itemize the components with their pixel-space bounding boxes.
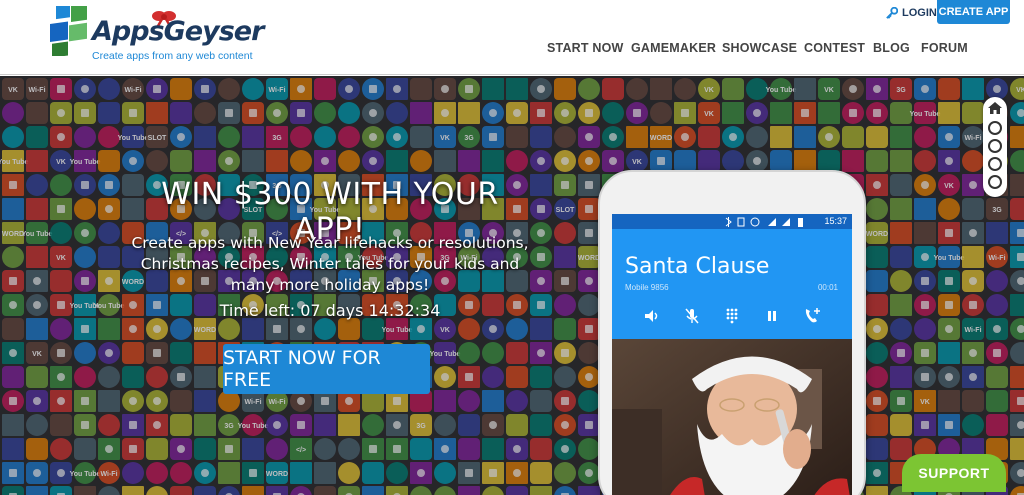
phone-status-bar: 15:37	[612, 214, 852, 229]
slider-dot-3[interactable]	[988, 157, 1002, 171]
logo-mark-icon	[50, 6, 87, 56]
status-icons	[725, 217, 803, 227]
mute-icon[interactable]	[682, 306, 702, 326]
call-duration: 00:01	[817, 283, 838, 292]
santa-photo	[612, 339, 852, 495]
hero-subtitle: Create apps with New Year lifehacks or r…	[131, 234, 529, 294]
logo-tagline: Create apps from any web content	[92, 50, 253, 62]
login-link[interactable]: LOGIN	[885, 4, 937, 22]
nav-gamemaker[interactable]: GAMEMAKER	[631, 41, 716, 55]
phone-clock: 15:37	[824, 216, 847, 226]
speaker-icon[interactable]	[642, 306, 662, 326]
call-controls	[612, 306, 852, 328]
caller-line: Mobile 9856	[625, 283, 669, 292]
slider-dot-2[interactable]	[988, 139, 1002, 153]
key-icon	[886, 6, 898, 19]
pause-icon[interactable]	[762, 306, 782, 326]
slider-dot-1[interactable]	[988, 121, 1002, 135]
dialpad-icon[interactable]	[722, 306, 742, 326]
home-icon[interactable]	[987, 101, 1003, 115]
add-call-icon[interactable]	[802, 306, 822, 326]
countdown-timer: Time left: 07 days 14:32:34	[219, 301, 441, 320]
logo-wordmark: AppsGeyser	[92, 16, 264, 47]
nav-start-now[interactable]: START NOW	[547, 41, 624, 55]
nav-blog[interactable]: BLOG	[873, 41, 910, 55]
nav-contest[interactable]: CONTEST	[804, 41, 865, 55]
slider-dot-4[interactable]	[988, 175, 1002, 189]
create-app-button[interactable]: CREATE APP	[937, 0, 1010, 24]
nav-forum[interactable]: FORUM	[921, 41, 968, 55]
support-button[interactable]: SUPPORT	[902, 454, 1006, 492]
phone-screen: 15:37 Santa Clause Mobile 9856 00:01	[612, 214, 852, 495]
slider-nav	[983, 97, 1007, 197]
nav-showcase[interactable]: SHOWCASE	[722, 41, 797, 55]
login-label: LOGIN	[902, 7, 937, 19]
caller-name: Santa Clause	[625, 254, 770, 279]
start-now-free-button[interactable]: START NOW FOR FREE	[223, 344, 430, 394]
site-header: AppsGeyser Create apps from any web cont…	[0, 0, 1024, 75]
appsgeyser-logo[interactable]: AppsGeyser Create apps from any web cont…	[50, 6, 264, 62]
